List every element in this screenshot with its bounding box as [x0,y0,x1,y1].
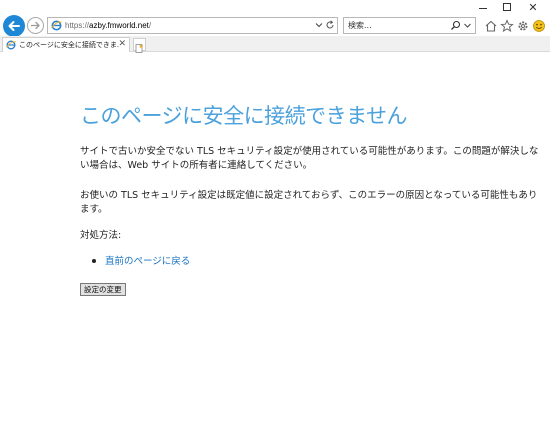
close-icon: ✕ [528,0,538,14]
error-description: サイトで古いか安全でない TLS セキュリティ設定が使用されている可能性がありま… [80,146,539,171]
tab-close-icon[interactable]: ✕ [118,39,126,50]
navigation-bar: https://azby.fmworld.net/ 検索... [0,14,550,37]
bullet-icon [92,258,96,263]
forward-arrow-icon [30,21,40,30]
new-tab-button[interactable] [133,38,146,53]
tls-settings-note: お使いの TLS セキュリティ設定は既定値に設定されておらず、このエラーの原因と… [80,190,538,215]
search-icon[interactable] [450,20,461,31]
tab-title: このページに安全に接続できま... [19,41,119,49]
change-settings-button[interactable]: 設定の変更 [80,283,126,296]
remedy-heading: 対処方法: [80,230,122,241]
maximize-icon [503,3,511,11]
back-button[interactable] [3,15,25,37]
minimize-button[interactable] [470,0,496,14]
ie-site-icon [51,20,62,31]
close-window-button[interactable]: ✕ [520,0,546,14]
dropdown-icon[interactable] [315,21,323,29]
url-host: azby.fmworld.net [89,21,149,30]
maximize-button[interactable] [494,0,520,14]
address-url[interactable]: https://azby.fmworld.net/ [65,20,151,31]
search-placeholder: 検索... [348,21,372,30]
settings-gear-icon[interactable] [516,19,530,33]
search-dropdown-icon[interactable] [464,22,471,29]
tab-active[interactable]: このページに安全に接続できま... ✕ [2,37,130,52]
feedback-smiley-icon[interactable] [532,19,546,33]
new-tab-icon [135,44,144,53]
ie-tab-icon [6,40,16,50]
tab-bar: このページに安全に接続できま... ✕ [0,36,550,53]
url-path: / [148,21,152,30]
refresh-icon[interactable] [325,20,335,30]
minimize-icon [479,7,487,9]
title-bar: ✕ [0,0,550,14]
go-back-link[interactable]: 直前のページに戻る [105,256,190,267]
forward-button[interactable] [27,17,44,34]
favorites-star-icon[interactable] [500,19,514,33]
list-item: 直前のページに戻る [92,255,190,269]
url-scheme: https:// [65,21,90,30]
page-title: このページに安全に接続できません [80,104,407,128]
back-arrow-icon [8,21,20,31]
address-bar[interactable]: https://azby.fmworld.net/ [47,17,338,34]
home-icon[interactable] [484,19,498,33]
search-box[interactable]: 検索... [343,17,476,34]
